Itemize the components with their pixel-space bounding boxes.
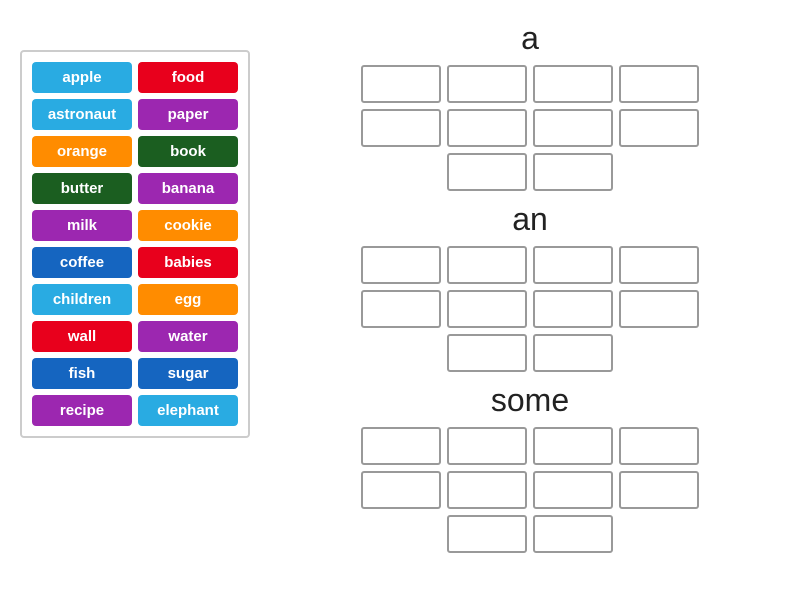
word-tile-wall[interactable]: wall <box>32 321 132 352</box>
drop-cell[interactable] <box>619 427 699 465</box>
drop-row-extra-an <box>447 334 613 372</box>
word-tile-milk[interactable]: milk <box>32 210 132 241</box>
drop-cell[interactable] <box>619 290 699 328</box>
word-tile-elephant[interactable]: elephant <box>138 395 238 426</box>
drop-cell[interactable] <box>447 290 527 328</box>
drop-grid-main-some <box>361 427 699 509</box>
word-tile-babies[interactable]: babies <box>138 247 238 278</box>
category-title-an: an <box>512 201 548 238</box>
drop-cell[interactable] <box>361 471 441 509</box>
drop-cell[interactable] <box>619 471 699 509</box>
drop-cell[interactable] <box>533 515 613 553</box>
drop-cell[interactable] <box>361 246 441 284</box>
word-tile-recipe[interactable]: recipe <box>32 395 132 426</box>
category-title-a: a <box>521 20 539 57</box>
drop-cell[interactable] <box>361 427 441 465</box>
word-tile-butter[interactable]: butter <box>32 173 132 204</box>
category-section-some: some <box>280 382 780 553</box>
drop-cell[interactable] <box>361 65 441 103</box>
drop-cell[interactable] <box>447 427 527 465</box>
drop-cell[interactable] <box>619 109 699 147</box>
drop-cell[interactable] <box>447 109 527 147</box>
drop-cell[interactable] <box>533 334 613 372</box>
word-tile-orange[interactable]: orange <box>32 136 132 167</box>
drop-row-extra-a <box>447 153 613 191</box>
word-tile-food[interactable]: food <box>138 62 238 93</box>
drop-cell[interactable] <box>619 65 699 103</box>
category-section-a: a <box>280 20 780 191</box>
drop-cell[interactable] <box>619 246 699 284</box>
drop-cell[interactable] <box>533 290 613 328</box>
drop-cell[interactable] <box>447 334 527 372</box>
drop-cell[interactable] <box>533 246 613 284</box>
word-tile-sugar[interactable]: sugar <box>138 358 238 389</box>
word-tile-astronaut[interactable]: astronaut <box>32 99 132 130</box>
word-tile-egg[interactable]: egg <box>138 284 238 315</box>
word-tile-fish[interactable]: fish <box>32 358 132 389</box>
drop-grid-main-an <box>361 246 699 328</box>
word-tile-cookie[interactable]: cookie <box>138 210 238 241</box>
drop-cell[interactable] <box>447 471 527 509</box>
drop-cell[interactable] <box>447 153 527 191</box>
drop-cell[interactable] <box>533 109 613 147</box>
drop-row-extra-some <box>447 515 613 553</box>
drop-cell[interactable] <box>533 153 613 191</box>
category-section-an: an <box>280 201 780 372</box>
word-tile-book[interactable]: book <box>138 136 238 167</box>
categories-panel: a an some <box>250 20 780 563</box>
drop-cell[interactable] <box>447 515 527 553</box>
drop-cell[interactable] <box>533 427 613 465</box>
word-tile-water[interactable]: water <box>138 321 238 352</box>
drop-cell[interactable] <box>533 65 613 103</box>
word-tile-apple[interactable]: apple <box>32 62 132 93</box>
word-tile-paper[interactable]: paper <box>138 99 238 130</box>
word-tile-coffee[interactable]: coffee <box>32 247 132 278</box>
drop-cell[interactable] <box>447 65 527 103</box>
word-tile-banana[interactable]: banana <box>138 173 238 204</box>
category-title-some: some <box>491 382 569 419</box>
drop-grid-main-a <box>361 65 699 147</box>
drop-cell[interactable] <box>361 290 441 328</box>
word-bank: applefoodastronautpaperorangebookbutterb… <box>20 50 250 438</box>
drop-cell[interactable] <box>447 246 527 284</box>
drop-cell[interactable] <box>533 471 613 509</box>
word-tile-children[interactable]: children <box>32 284 132 315</box>
drop-cell[interactable] <box>361 109 441 147</box>
